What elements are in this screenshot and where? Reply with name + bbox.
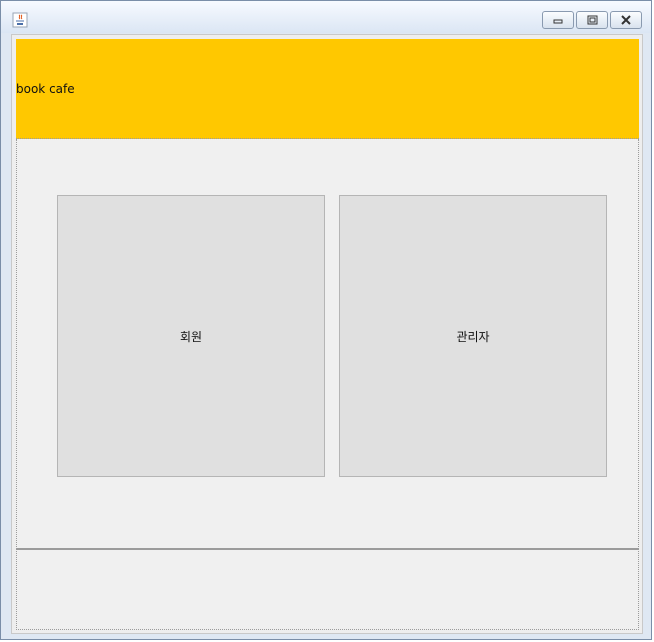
close-icon <box>621 15 631 25</box>
title-bar[interactable] <box>1 1 651 33</box>
minimize-button[interactable] <box>542 11 574 29</box>
minimize-icon <box>553 19 563 24</box>
footer-panel <box>16 549 639 630</box>
member-button[interactable]: 회원 <box>57 195 325 477</box>
admin-button-label: 관리자 <box>456 329 490 344</box>
center-panel: 회원 관리자 <box>16 139 639 549</box>
java-cup-icon <box>12 12 28 28</box>
content-pane: book cafe 회원 관리자 <box>11 34 643 634</box>
header-band: book cafe <box>16 39 639 139</box>
application-window: book cafe 회원 관리자 <box>0 0 652 640</box>
maximize-button[interactable] <box>576 11 608 29</box>
app-title: book cafe <box>16 82 75 96</box>
close-button[interactable] <box>610 11 642 29</box>
maximize-icon <box>587 15 598 25</box>
admin-button[interactable]: 관리자 <box>339 195 607 477</box>
member-button-label: 회원 <box>179 329 203 344</box>
